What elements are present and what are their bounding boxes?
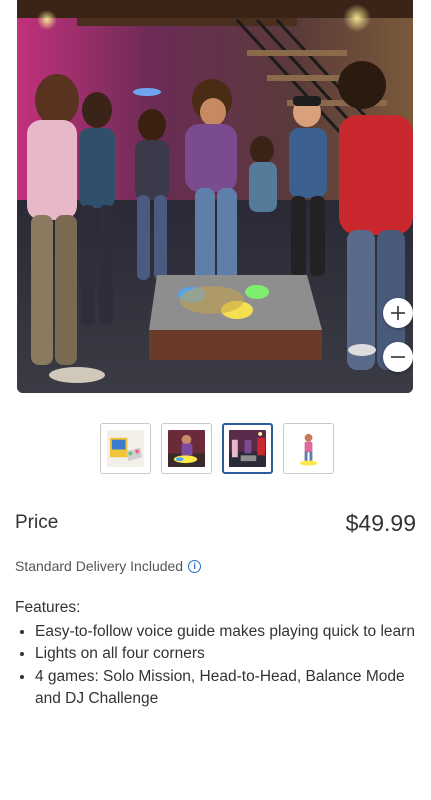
features-list: Easy-to-follow voice guide makes playing… <box>15 621 415 711</box>
list-item: 4 games: Solo Mission, Head-to-Head, Bal… <box>35 666 415 711</box>
thumbnail-3[interactable] <box>222 423 273 474</box>
zoom-in-button[interactable] <box>383 298 413 328</box>
thumbnail-2[interactable] <box>161 423 212 474</box>
price-label: Price <box>15 512 59 533</box>
zoom-out-button[interactable] <box>383 342 413 372</box>
product-main-image[interactable] <box>17 0 413 393</box>
list-item: Easy-to-follow voice guide makes playing… <box>35 621 415 644</box>
plus-icon <box>391 306 405 320</box>
thumbnail-1[interactable] <box>100 423 151 474</box>
thumbnail-image <box>107 430 144 467</box>
features-section: Features: Easy-to-follow voice guide mak… <box>15 597 415 711</box>
price-value: $49.99 <box>345 510 416 536</box>
delivery-text: Standard Delivery Included <box>15 558 184 574</box>
delivery-info: Standard Delivery Included i <box>15 558 202 574</box>
thumbnail-image <box>168 430 205 467</box>
features-heading: Features: <box>15 599 81 616</box>
thumbnail-image <box>290 430 327 467</box>
thumbnail-image <box>229 430 266 467</box>
dance-scene-image <box>17 0 413 393</box>
list-item: Lights on all four corners <box>35 643 415 666</box>
thumbnail-strip <box>100 423 334 474</box>
info-icon[interactable]: i <box>188 559 202 573</box>
minus-icon <box>391 356 405 358</box>
thumbnail-4[interactable] <box>283 423 334 474</box>
price-row: Price $49.99 <box>15 508 416 540</box>
